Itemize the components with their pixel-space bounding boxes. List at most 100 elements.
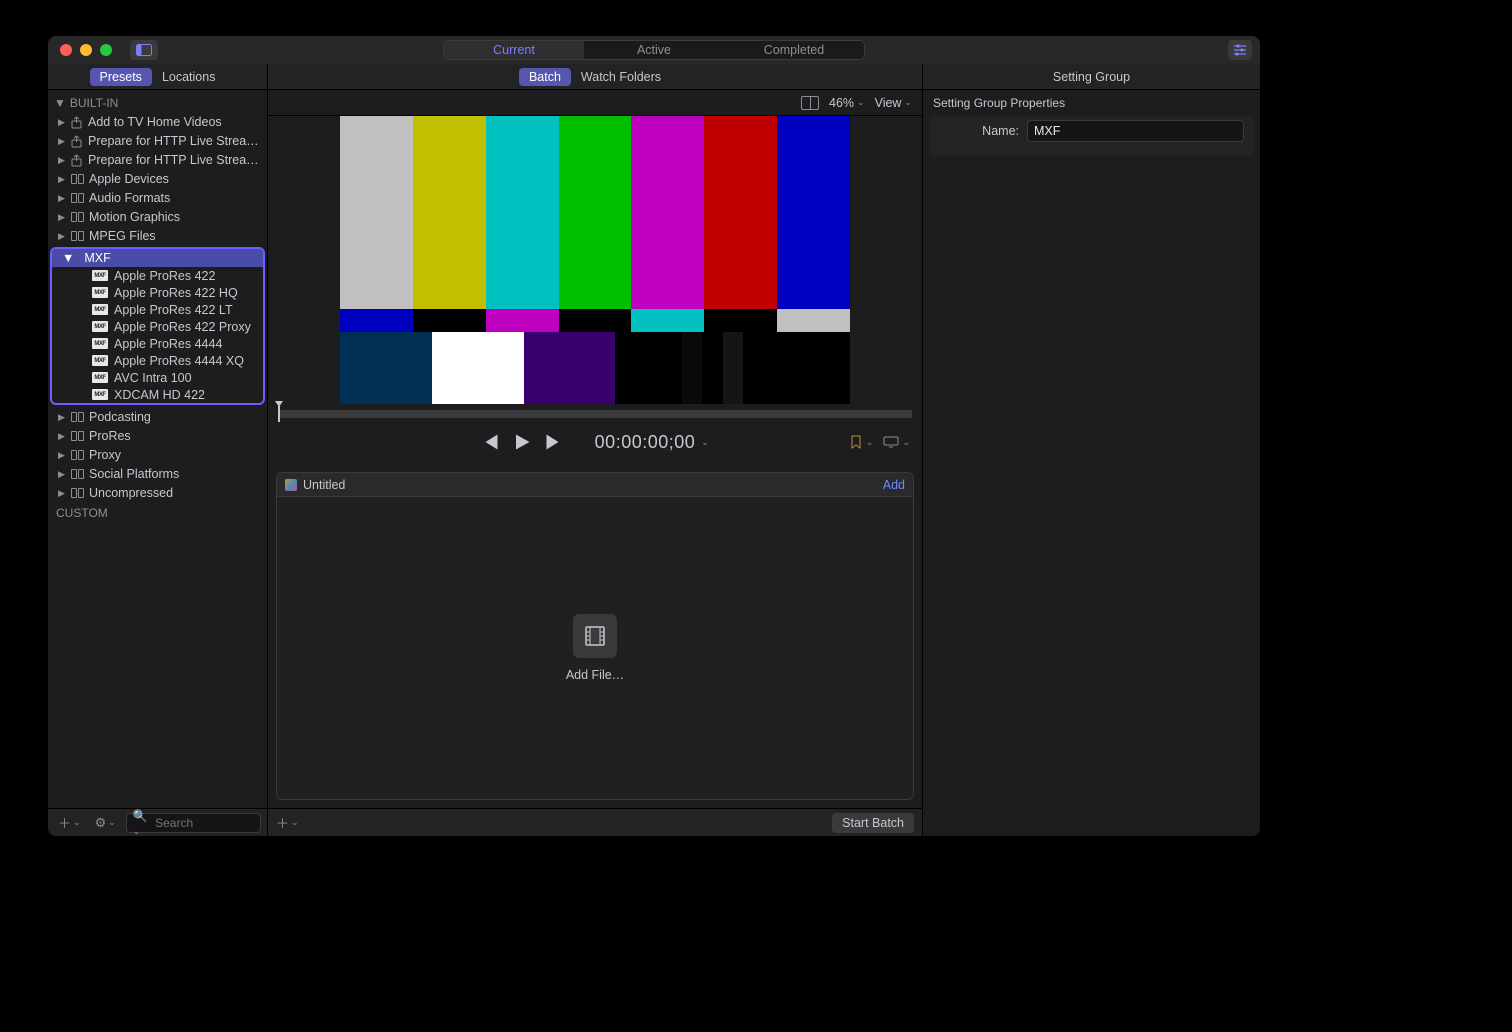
preset-label: Proxy xyxy=(89,447,121,463)
sidebar-icon xyxy=(136,44,152,56)
search-input[interactable] xyxy=(155,816,254,830)
marker-menu[interactable]: ⌄ xyxy=(849,435,874,449)
center-pane: Batch Watch Folders 46%⌄ View⌄ xyxy=(268,64,923,836)
minimize-window-button[interactable] xyxy=(80,44,92,56)
preset-tree[interactable]: ▼BUILT-IN ▶Add to TV Home Videos ▶Prepar… xyxy=(48,90,267,808)
share-icon xyxy=(71,154,83,166)
mxf-icon: MXF xyxy=(92,287,108,298)
batch-area: Untitled Add Add File… xyxy=(268,464,922,808)
search-field[interactable]: 🔍⌄ xyxy=(126,813,261,833)
zoom-window-button[interactable] xyxy=(100,44,112,56)
batch-card: Untitled Add Add File… xyxy=(276,472,914,800)
inspector-properties: Name: xyxy=(929,116,1254,156)
inspector-toggle-button[interactable] xyxy=(1228,40,1252,60)
preset-label: Apple ProRes 422 xyxy=(114,269,215,283)
tab-presets[interactable]: Presets xyxy=(90,68,152,86)
chevron-down-icon: ⌄ xyxy=(902,437,910,448)
custom-header[interactable]: CUSTOM xyxy=(48,502,267,524)
timeline[interactable] xyxy=(268,404,922,424)
sidebar-footer: ＋⌄ ⚙⌄ 🔍⌄ xyxy=(48,808,267,836)
preset-item[interactable]: MXFApple ProRes 422 HQ xyxy=(52,284,263,301)
preset-label: AVC Intra 100 xyxy=(114,371,192,385)
preset-group[interactable]: ▶Podcasting xyxy=(48,407,267,426)
preset-label: Apple Devices xyxy=(89,171,169,187)
preset-group[interactable]: ▶Motion Graphics xyxy=(48,207,267,226)
builtin-label: BUILT-IN xyxy=(70,96,118,110)
preset-item[interactable]: MXF Apple ProRes 422 Proxy xyxy=(52,318,263,335)
folder-icon xyxy=(71,193,84,203)
inspector-pane: Setting Group Setting Group Properties N… xyxy=(923,64,1260,836)
preset-group[interactable]: ▶ProRes xyxy=(48,426,267,445)
preset-label: Prepare for HTTP Live Strea… xyxy=(88,133,259,149)
preset-item[interactable]: ▶Prepare for HTTP Live Strea… xyxy=(48,131,267,150)
timecode-display[interactable]: 00:00:00;00⌄ xyxy=(595,432,710,453)
preset-group-mxf[interactable]: ▼MXF xyxy=(52,249,263,267)
preset-item[interactable]: ▶Prepare for HTTP Live Strea… xyxy=(48,150,267,169)
preset-item[interactable]: MXFApple ProRes 422 LT xyxy=(52,301,263,318)
search-icon: 🔍⌄ xyxy=(133,809,151,837)
preset-label: MXF xyxy=(84,251,110,265)
preset-item[interactable]: MXFAVC Intra 100 xyxy=(52,369,263,386)
preset-item[interactable]: MXF XDCAM HD 422 xyxy=(52,386,263,403)
preset-label: Apple ProRes 4444 XQ xyxy=(114,354,244,368)
playhead[interactable] xyxy=(278,406,280,422)
prev-button[interactable] xyxy=(481,433,499,451)
preset-group[interactable]: ▶MPEG Files xyxy=(48,226,267,245)
mxf-icon: MXF xyxy=(92,321,108,332)
toggle-sidebar-button[interactable] xyxy=(130,40,158,60)
zoom-menu[interactable]: 46%⌄ xyxy=(829,96,865,110)
tab-locations[interactable]: Locations xyxy=(152,68,226,86)
view-label: View xyxy=(875,96,902,110)
preset-group[interactable]: ▶Audio Formats xyxy=(48,188,267,207)
tab-batch[interactable]: Batch xyxy=(519,68,571,86)
preset-label: XDCAM HD 422 xyxy=(114,388,205,402)
preset-label: Apple ProRes 422 Proxy xyxy=(114,320,251,334)
segment-current[interactable]: Current xyxy=(444,41,584,59)
tab-watch-folders[interactable]: Watch Folders xyxy=(571,68,671,86)
close-window-button[interactable] xyxy=(60,44,72,56)
batch-header: Untitled Add xyxy=(277,473,913,497)
timeline-track[interactable] xyxy=(278,410,912,418)
view-menu[interactable]: View⌄ xyxy=(875,96,912,110)
preset-label: Prepare for HTTP Live Strea… xyxy=(88,152,259,168)
smpte-bars xyxy=(340,116,850,404)
batch-dropzone[interactable]: Add File… xyxy=(277,497,913,799)
preset-item[interactable]: ▶Add to TV Home Videos xyxy=(48,112,267,131)
gear-icon: ⚙ xyxy=(95,815,107,831)
preset-item[interactable]: MXFApple ProRes 4444 XQ xyxy=(52,352,263,369)
preset-group[interactable]: ▶Social Platforms xyxy=(48,464,267,483)
segment-completed[interactable]: Completed xyxy=(724,41,864,59)
mxf-icon: MXF xyxy=(92,389,108,400)
builtin-header[interactable]: ▼BUILT-IN xyxy=(48,94,267,112)
preset-label: Audio Formats xyxy=(89,190,170,206)
play-button[interactable] xyxy=(513,433,531,451)
folder-icon xyxy=(71,469,84,479)
bookmark-icon xyxy=(849,435,863,449)
next-button[interactable] xyxy=(545,433,563,451)
preset-group[interactable]: ▶Uncompressed xyxy=(48,483,267,502)
main-segmented-control: Current Active Completed xyxy=(443,40,865,60)
preset-label: ProRes xyxy=(89,428,131,444)
preset-group[interactable]: ▶Proxy xyxy=(48,445,267,464)
add-file-button[interactable] xyxy=(573,614,617,658)
add-job-button[interactable]: ＋⌄ xyxy=(276,813,299,832)
preset-label: Add to TV Home Videos xyxy=(88,114,222,130)
segment-active[interactable]: Active xyxy=(584,41,724,59)
name-input[interactable] xyxy=(1027,120,1244,142)
preset-item[interactable]: MXFApple ProRes 4444 xyxy=(52,335,263,352)
chevron-down-icon: ⌄ xyxy=(701,437,709,448)
add-file-label: Add File… xyxy=(566,668,624,682)
add-preset-button[interactable]: ＋⌄ xyxy=(54,813,85,832)
mxf-icon: MXF xyxy=(92,304,108,315)
preset-group[interactable]: ▶Apple Devices xyxy=(48,169,267,188)
inspector-section-header: Setting Group Properties xyxy=(923,90,1260,116)
display-menu[interactable]: ⌄ xyxy=(883,436,910,448)
preset-label: Apple ProRes 4444 xyxy=(114,337,222,351)
compare-icon[interactable] xyxy=(801,96,819,110)
add-link[interactable]: Add xyxy=(883,478,905,492)
film-icon xyxy=(583,624,607,648)
preset-item[interactable]: MXFApple ProRes 422 xyxy=(52,267,263,284)
start-batch-button[interactable]: Start Batch xyxy=(832,813,914,833)
folder-icon xyxy=(71,431,84,441)
action-menu-button[interactable]: ⚙⌄ xyxy=(91,815,120,831)
